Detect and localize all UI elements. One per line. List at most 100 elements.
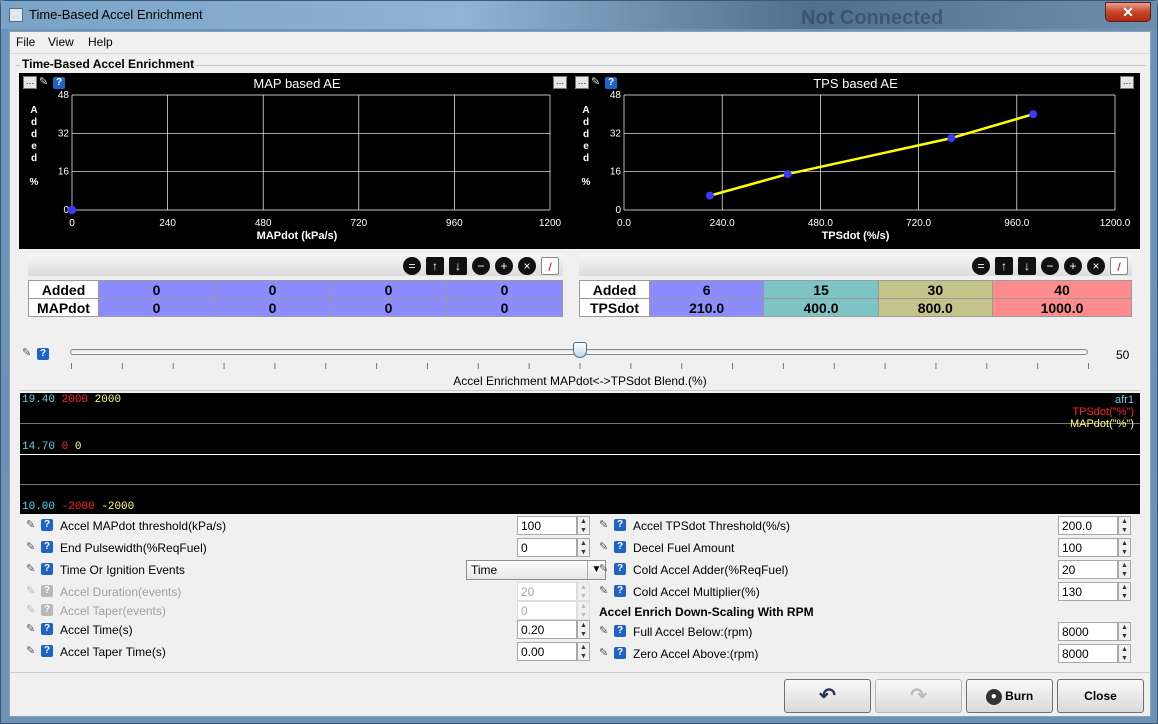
equal-icon[interactable]: = [403,257,421,275]
spinner-icon[interactable]: ▲ ▼ [1118,538,1131,557]
map-mapdot-cell[interactable]: 0 [98,298,215,317]
cold-accel-adder-input[interactable]: 20 [1058,560,1118,579]
tps-added-cell[interactable]: 40 [991,280,1133,299]
menu-view[interactable]: View [48,35,74,49]
minus-icon[interactable]: − [1041,257,1059,275]
datalog-graph[interactable]: 19.40 2000 2000 14.70 0 0 10.00 -2000 -2… [20,393,1140,514]
tps-min: -2000 [61,501,95,513]
help-icon[interactable]: ? [41,563,53,575]
end-pulsewidth-input[interactable]: 0 [517,538,577,557]
spinner-icon[interactable]: ▲ ▼ [1118,644,1131,663]
help-icon[interactable]: ? [41,541,53,553]
y-axis-label-char: d [31,153,37,164]
map-added-cell[interactable]: 0 [214,280,331,299]
accel-mapdot-threshold-input[interactable]: 100 [517,516,577,535]
blend-slider-thumb[interactable] [573,342,587,358]
map-added-cell[interactable]: 0 [446,280,563,299]
tps-tpsdot-cell[interactable]: 210.0 [648,298,765,317]
tps-ae-chart[interactable]: … ✎ ? … TPS based AE 0.0 240.0 480.0 720.0 96… [571,73,1140,249]
grid-line [20,454,1140,455]
title-bar[interactable]: Time-Based Accel Enrichment Not Connecte… [1,1,1157,29]
accel-time-input[interactable]: 0.20 [517,620,577,639]
help-icon[interactable]: ? [614,625,626,637]
edit-icon[interactable]: ✎ [26,541,38,553]
help-icon[interactable]: ? [614,563,626,575]
equal-icon[interactable]: = [972,257,990,275]
edit-icon[interactable]: ✎ [22,347,34,359]
map-mapdot-cell[interactable]: 0 [446,298,563,317]
edit-icon[interactable]: ✎ [599,625,611,637]
plus-icon[interactable]: + [1064,257,1082,275]
multiply-icon[interactable]: × [518,257,536,275]
decel-fuel-amount-input[interactable]: 100 [1058,538,1118,557]
menu-help[interactable]: Help [88,35,113,49]
down-arrow-icon[interactable]: ↓ [1018,257,1036,275]
spinner-icon[interactable]: ▲ ▼ [577,620,590,639]
down-arrow-icon[interactable]: ↓ [449,257,467,275]
help-icon[interactable]: ? [614,541,626,553]
edit-icon[interactable]: ✎ [26,623,38,635]
help-icon[interactable]: ? [41,645,53,657]
up-arrow-icon[interactable]: ↑ [995,257,1013,275]
spinner-icon[interactable]: ▲ ▼ [577,516,590,535]
spinner-icon[interactable]: ▲ ▼ [1118,582,1131,601]
edit-icon[interactable]: ✎ [599,563,611,575]
map-mid: 0 [74,441,82,453]
background-status-text: Not Connected [801,7,944,29]
help-icon[interactable]: ? [614,519,626,531]
spinner-icon[interactable]: ▲ ▼ [577,538,590,557]
tps-added-cell[interactable]: 6 [648,280,765,299]
help-icon[interactable]: ? [41,623,53,635]
edit-icon[interactable]: ✎ [599,647,611,659]
edit-icon[interactable]: ✎ [599,541,611,553]
plus-icon[interactable]: + [495,257,513,275]
minus-icon[interactable]: − [472,257,490,275]
map-mapdot-cell[interactable]: 0 [330,298,447,317]
help-icon[interactable]: ? [614,585,626,597]
blend-caption: Accel Enrichment MAPdot<->TPSdot Blend.(… [453,374,707,388]
help-icon[interactable]: ? [614,647,626,659]
help-icon[interactable]: ? [41,519,53,531]
tps-added-cell[interactable]: 15 [763,280,879,299]
accel-taper-time-input[interactable]: 0.00 [517,642,577,661]
edit-icon[interactable]: ✎ [26,645,38,657]
spinner-icon[interactable]: ▲ ▼ [1118,516,1131,535]
time-or-ignition-field: ✎ ? Time Or Ignition Events Time ▼ [26,560,606,580]
burn-button[interactable]: ● Burn [966,679,1053,713]
pen-icon[interactable]: / [541,257,559,275]
spinner-icon[interactable]: ▲ ▼ [577,642,590,661]
zero-accel-above-input[interactable]: 8000 [1058,644,1118,663]
tps-tpsdot-cell[interactable]: 400.0 [763,298,879,317]
close-window-icon[interactable]: ✕ [1105,2,1151,22]
spinner-icon[interactable]: ▲ ▼ [1118,560,1131,579]
full-accel-below-input[interactable]: 8000 [1058,622,1118,641]
field-label: Accel Duration(events) [60,585,182,599]
pen-icon[interactable]: / [1110,257,1128,275]
spinner-icon[interactable]: ▲ ▼ [1118,622,1131,641]
edit-icon[interactable]: ✎ [599,585,611,597]
tps-chart-svg: TPS based AE 0.0 240.0 480.0 720.0 960.0 1200.… [582,76,1131,242]
field-label: Accel Taper Time(s) [60,645,166,659]
tps-added-cell[interactable]: 30 [877,280,993,299]
map-added-cell[interactable]: 0 [330,280,447,299]
group-title: Time-Based Accel Enrichment [20,57,197,71]
undo-button[interactable]: ↶ [784,679,871,713]
tps-tpsdot-cell[interactable]: 800.0 [877,298,993,317]
close-button[interactable]: Close [1057,679,1144,713]
edit-icon[interactable]: ✎ [26,563,38,575]
map-mapdot-cell[interactable]: 0 [214,298,331,317]
edit-icon[interactable]: ✎ [26,519,38,531]
up-arrow-icon[interactable]: ↑ [426,257,444,275]
accel-duration-input: 20 [517,582,577,601]
legend-tpsdot: TPSdot("%") [1072,406,1134,418]
edit-icon[interactable]: ✎ [599,519,611,531]
accel-tpsdot-threshold-input[interactable]: 200.0 [1058,516,1118,535]
time-or-ignition-select[interactable]: Time ▼ [466,560,606,580]
map-added-cell[interactable]: 0 [98,280,215,299]
multiply-icon[interactable]: × [1087,257,1105,275]
tps-tpsdot-cell[interactable]: 1000.0 [991,298,1133,317]
map-ae-chart[interactable]: … ✎ ? … MAP based AE 0 240 480 720 960 1200 0 16… [19,73,575,249]
help-icon[interactable]: ? [37,348,49,360]
menu-file[interactable]: File [16,35,35,49]
cold-accel-multiplier-input[interactable]: 130 [1058,582,1118,601]
